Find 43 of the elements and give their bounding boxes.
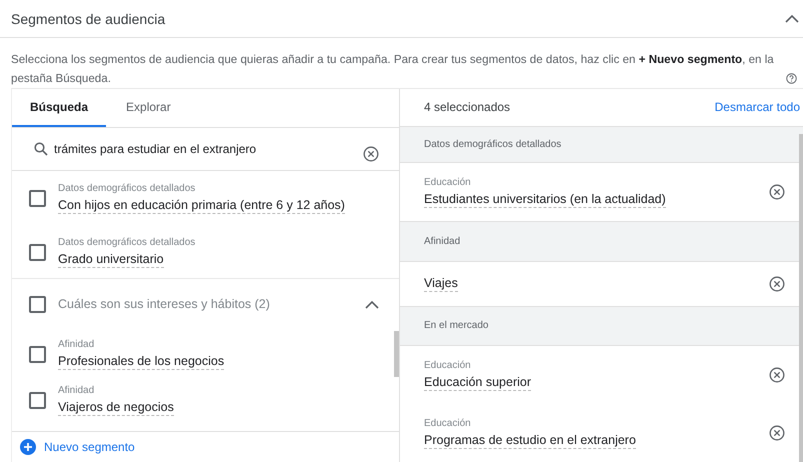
tab[interactable]: Búsqueda (12, 89, 106, 127)
segment-category: Datos demográficos detallados (58, 183, 196, 194)
segment-category: Educación (424, 418, 472, 428)
remove-icon[interactable] (769, 184, 785, 200)
remove-icon[interactable] (769, 425, 785, 441)
search-icon (34, 142, 48, 156)
description-text: Selecciona los segmentos de audiencia que quieras añadir a tu campaña. Para crear tus segmentos de datos, haz clic en + Nuevo segmento, en la pestaña Búsqueda. (11, 52, 775, 87)
segment-category: Afinidad (58, 338, 96, 350)
tab[interactable]: Explorar (108, 89, 189, 127)
segment-name: Estudiantes universitarios (en la actualidad) (424, 190, 666, 208)
group-heading: En el mercado (424, 320, 488, 332)
collapse-icon[interactable] (785, 14, 799, 23)
checkbox[interactable] (29, 346, 46, 362)
segment-name: Grado universitario (58, 250, 164, 268)
clear-search-icon[interactable] (363, 146, 379, 162)
checkbox[interactable] (29, 392, 46, 408)
segment-name: Viajeros de negocios (58, 398, 174, 416)
checkbox[interactable] (29, 244, 46, 260)
checkbox[interactable] (29, 296, 46, 312)
group-label: Cuáles son sus intereses y hábitos (2) (58, 297, 271, 311)
new-segment-button[interactable]: Nuevo segmento (20, 439, 135, 455)
segment-name: Educación superior (424, 374, 532, 390)
scrollbar[interactable] (394, 331, 399, 377)
segment-name: Profesionales de los negocios (58, 352, 224, 370)
remove-icon[interactable] (769, 367, 785, 383)
group-heading: Datos demográficos detallados (424, 138, 562, 150)
remove-icon[interactable] (769, 276, 785, 292)
checkbox[interactable] (29, 190, 46, 207)
collapse-icon[interactable] (365, 300, 379, 308)
section-title: Segmentos de audiencia (11, 10, 166, 26)
selected-count: 4 seleccionados (424, 100, 510, 114)
segment-name: Con hijos en educación primaria (entre 6 y 12 años) (58, 197, 345, 214)
segment-name: Viajes (424, 275, 458, 292)
clear-all-link[interactable]: Desmarcar todo (714, 100, 803, 114)
scrollbar[interactable] (799, 134, 803, 462)
segment-category: Afinidad (58, 384, 96, 396)
help-icon[interactable] (786, 73, 797, 84)
group-heading: Afinidad (424, 236, 460, 247)
add-icon (20, 439, 36, 455)
segment-category: Educación (424, 176, 472, 188)
segment-name: Programas de estudio en el extranjero (424, 432, 636, 448)
segment-category: Datos demográficos detallados (58, 236, 196, 248)
segment-category: Educación (424, 360, 472, 370)
